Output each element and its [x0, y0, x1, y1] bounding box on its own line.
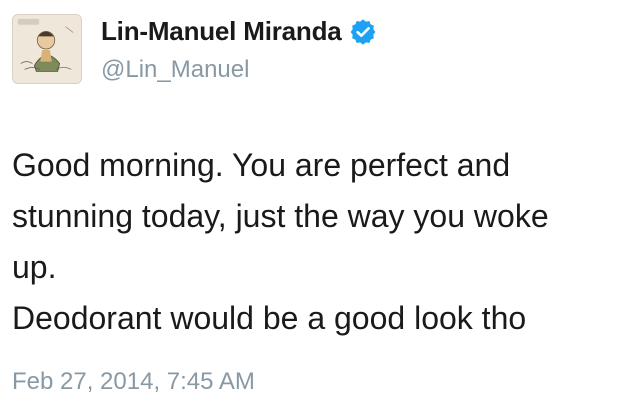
user-handle[interactable]: @Lin_Manuel — [101, 56, 249, 84]
verified-badge-icon — [350, 18, 376, 45]
author-name-row: Lin-Manuel Miranda — [101, 16, 376, 47]
sketch-portrait-icon — [13, 15, 81, 83]
tweet-text-line: up. — [12, 249, 57, 285]
tweet-timestamp[interactable]: Feb 27, 2014, 7:45 AM — [12, 368, 255, 396]
tweet-card: Lin-Manuel Miranda @Lin_Manuel Good morn… — [0, 0, 634, 413]
tweet-text-line: Good morning. You are perfect and — [12, 147, 511, 183]
tweet-text-line: stunning today, just the way you woke — [12, 198, 549, 234]
tweet-text-line: Deodorant would be a good look tho — [12, 300, 527, 336]
avatar[interactable] — [12, 14, 82, 84]
display-name[interactable]: Lin-Manuel Miranda — [101, 16, 342, 47]
tweet-text: Good morning. You are perfect and stunni… — [12, 140, 612, 344]
